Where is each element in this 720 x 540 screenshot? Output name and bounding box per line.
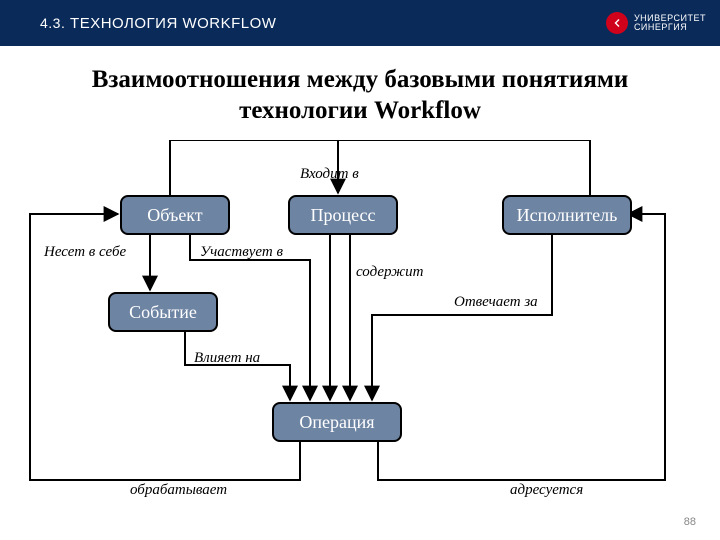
edge-participates: Участвует в xyxy=(200,244,283,261)
chevron-left-icon xyxy=(606,12,628,34)
workflow-diagram: Объект Процесс Исполнитель Событие Опера… xyxy=(0,140,720,520)
edge-enters: Входит в xyxy=(300,166,359,183)
section-title: ТЕХНОЛОГИЯ WORKFLOW xyxy=(70,15,276,32)
node-operation: Операция xyxy=(272,402,402,442)
edge-carries: Несет в себе xyxy=(44,244,126,261)
edge-addressed: адресуется xyxy=(510,482,583,499)
edge-contains: содержит xyxy=(356,264,423,281)
node-event: Событие xyxy=(108,292,218,332)
node-process: Процесс xyxy=(288,195,398,235)
node-executor: Исполнитель xyxy=(502,195,632,235)
logo-line2: СИНЕРГИЯ xyxy=(634,23,706,32)
header-bar: 4.3. ТЕХНОЛОГИЯ WORKFLOW УНИВЕРСИТЕТ СИН… xyxy=(0,0,720,46)
edge-processes: обрабатывает xyxy=(130,482,227,499)
page-title: Взаимоотношения между базовыми понятиями… xyxy=(30,64,690,127)
page-number: 88 xyxy=(684,516,696,528)
brand-logo: УНИВЕРСИТЕТ СИНЕРГИЯ xyxy=(606,12,706,34)
edge-responsible: Отвечает за xyxy=(454,294,538,311)
node-object: Объект xyxy=(120,195,230,235)
section-number: 4.3. xyxy=(40,15,65,31)
edge-affects: Влияет на xyxy=(194,350,260,367)
